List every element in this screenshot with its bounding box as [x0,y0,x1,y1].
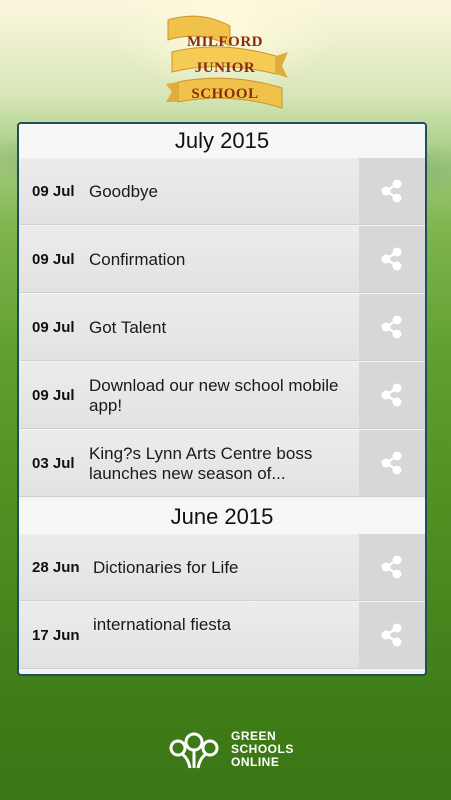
news-date: 09 Jul [32,319,75,336]
share-icon [381,623,402,647]
news-item[interactable]: 09 Jul Got Talent [19,294,425,361]
news-date: 09 Jul [32,387,75,404]
share-icon [381,555,402,579]
share-button[interactable] [359,362,425,428]
news-title: Dictionaries for Life [93,557,239,577]
share-button[interactable] [359,602,425,668]
news-panel[interactable]: July 2015 09 Jul Goodbye 09 Jul Confirma… [17,122,427,676]
news-date: 09 Jul [32,183,75,200]
share-icon [381,179,402,203]
news-item[interactable]: 09 Jul Goodbye [19,158,425,225]
share-icon [381,247,402,271]
share-icon [381,383,402,407]
news-item[interactable]: 28 Jun Dictionaries for Life [19,534,425,601]
news-title: Got Talent [89,317,167,337]
share-button[interactable] [359,294,425,360]
school-name-line3: SCHOOL [191,86,259,102]
footer-brand: GREEN SCHOOLS ONLINE [231,730,294,769]
tree-logo-icon [169,732,219,769]
school-name-line2: JUNIOR [194,60,256,76]
news-title: Confirmation [89,249,186,269]
share-button[interactable] [359,430,425,496]
school-name-line1: MILFORD [187,34,263,50]
news-date: 09 Jul [32,251,75,268]
share-icon [381,451,402,475]
news-date: 28 Jun [32,559,80,576]
share-button[interactable] [359,534,425,600]
share-button[interactable] [359,158,425,224]
month-header-july: July 2015 [19,124,425,158]
news-title: Goodbye [89,181,158,201]
news-date: 03 Jul [32,455,75,472]
news-title: international fiesta [93,615,231,634]
news-item[interactable]: 09 Jul Confirmation [19,226,425,293]
news-item[interactable]: 03 Jul King?s Lynn Arts Centre boss laun… [19,430,425,497]
footer-line3: ONLINE [231,755,280,769]
news-item[interactable]: 09 Jul Download our new school mobile ap… [19,362,425,429]
news-item[interactable]: 17 Jun international fiesta [19,602,425,669]
news-date: 17 Jun [32,627,80,644]
news-title: Download our new school mobile app! [89,375,339,415]
share-icon [381,315,402,339]
school-logo: MILFORD JUNIOR SCHOOL [160,12,290,116]
month-header-june: June 2015 [19,500,425,534]
news-title: King?s Lynn Arts Centre boss launches ne… [89,443,313,483]
share-button[interactable] [359,226,425,292]
